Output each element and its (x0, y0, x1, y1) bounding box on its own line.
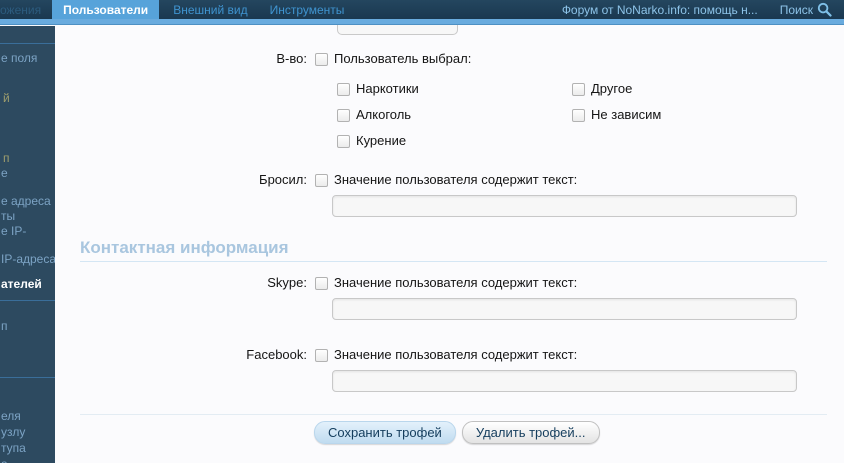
search-icon (817, 2, 832, 17)
cutoff-input-above[interactable] (337, 25, 458, 35)
option-label: Курение (356, 133, 407, 148)
tab-users[interactable]: Пользователи (52, 0, 160, 19)
sidebar-item[interactable]: а (1, 458, 8, 463)
quit-label: Бросил: (259, 172, 307, 187)
facebook-checkbox-line[interactable]: Значение пользователя содержит текст: (315, 348, 844, 362)
sidebar-divider (0, 43, 55, 44)
skype-checkbox-line[interactable]: Значение пользователя содержит текст: (315, 276, 844, 290)
sidebar-item[interactable]: тупа (1, 442, 26, 455)
sidebar-item-current[interactable]: ателей (1, 278, 42, 291)
option-label: Наркотики (356, 81, 419, 96)
nav-tabs: ожения Пользователи Внешний вид Инструме… (0, 0, 355, 19)
save-trophy-button[interactable]: Сохранить трофей (314, 421, 456, 444)
sidebar-item[interactable]: й (3, 92, 10, 105)
sidebar-item[interactable]: е поля (1, 52, 37, 65)
facebook-checkbox[interactable] (315, 348, 328, 362)
sidebar-item[interactable]: е адреса (1, 195, 51, 208)
forum-link[interactable]: Форум от NoNarko.info: помощь н... (562, 3, 758, 17)
option-label: Алкоголь (356, 107, 412, 122)
option-smoking-checkbox[interactable] (337, 134, 350, 148)
sidebar-divider (0, 377, 55, 378)
sidebar-item[interactable]: еля (1, 410, 21, 423)
option-drugs-checkbox[interactable] (337, 82, 350, 96)
option-alcohol[interactable]: Алкоголь (337, 108, 572, 122)
option-not-addicted-checkbox[interactable] (572, 108, 585, 122)
search-label: Поиск (779, 2, 813, 17)
skype-row: Skype: Значение пользователя содержит те… (55, 276, 844, 320)
skype-checkbox-label: Значение пользователя содержит текст: (334, 275, 578, 290)
quit-text-input[interactable] (332, 195, 797, 217)
sidebar-item[interactable]: е (1, 167, 8, 180)
tab-appearance[interactable]: Внешний вид (162, 0, 258, 19)
sidebar-item[interactable]: е IP- (1, 225, 26, 238)
substance-checkbox-line[interactable]: Пользователь выбрал: (315, 52, 844, 66)
substance-checkbox-label: Пользователь выбрал: (334, 51, 472, 66)
facebook-label: Facebook: (246, 347, 307, 362)
contact-info-heading: Контактная информация (80, 239, 827, 262)
quit-checkbox[interactable] (315, 173, 328, 187)
option-alcohol-checkbox[interactable] (337, 108, 350, 122)
option-not-addicted[interactable]: Не зависим (572, 108, 844, 122)
option-label: Другое (591, 81, 633, 96)
sidebar: е поля й п е е адреса ты е IP- IP-адреса… (0, 26, 55, 463)
option-smoking[interactable]: Курение (337, 134, 572, 148)
substance-row: В-во: Пользователь выбрал: Наркотики Дру… (55, 52, 844, 148)
sidebar-item[interactable]: узлу (1, 426, 25, 439)
sidebar-item[interactable]: IP-адреса (1, 253, 55, 266)
quit-row: Бросил: Значение пользователя содержит т… (55, 173, 844, 217)
facebook-text-input[interactable] (332, 370, 797, 392)
quit-checkbox-label: Значение пользователя содержит текст: (334, 172, 578, 187)
top-nav-bar: ожения Пользователи Внешний вид Инструме… (0, 0, 844, 19)
topbar-right: Форум от NoNarko.info: помощь н... Поиск (562, 0, 844, 19)
sidebar-item[interactable]: ты (1, 210, 15, 223)
option-other-checkbox[interactable] (572, 82, 585, 96)
option-label: Не зависим (591, 107, 662, 122)
skype-label: Skype: (267, 275, 307, 290)
option-other[interactable]: Другое (572, 82, 844, 96)
delete-trophy-button[interactable]: Удалить трофей... (461, 421, 600, 444)
skype-text-input[interactable] (332, 298, 797, 320)
search-link[interactable]: Поиск (780, 2, 832, 17)
trophy-edit-form: В-во: Пользователь выбрал: Наркотики Дру… (55, 25, 844, 463)
substance-options: Наркотики Другое Алкоголь Не зависим Кур… (337, 82, 844, 148)
form-buttons: Сохранить трофей Удалить трофей... (314, 421, 844, 444)
sidebar-item[interactable]: п (3, 152, 10, 165)
option-drugs[interactable]: Наркотики (337, 82, 572, 96)
quit-checkbox-line[interactable]: Значение пользователя содержит текст: (315, 173, 844, 187)
substance-checkbox[interactable] (315, 52, 328, 66)
sidebar-divider (0, 300, 55, 301)
facebook-checkbox-label: Значение пользователя содержит текст: (334, 347, 578, 362)
tab-tools[interactable]: Инструменты (259, 0, 356, 19)
sidebar-item[interactable]: п (1, 320, 8, 333)
form-divider (80, 414, 827, 415)
substance-label: В-во: (276, 51, 307, 66)
tab-applications-cutoff[interactable]: ожения (0, 0, 49, 19)
skype-checkbox[interactable] (315, 276, 328, 290)
facebook-row: Facebook: Значение пользователя содержит… (55, 348, 844, 392)
